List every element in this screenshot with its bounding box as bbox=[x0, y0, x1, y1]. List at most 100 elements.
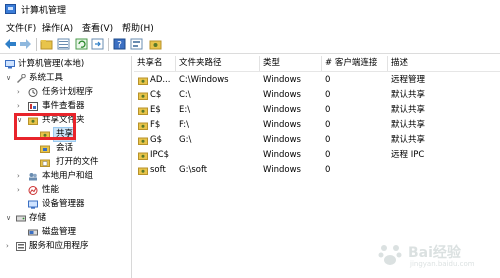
cell-folder-path: G:\ bbox=[179, 135, 192, 145]
table-row[interactable]: C$ C:\ Windows 0 默认共享 bbox=[134, 88, 500, 103]
menu-action[interactable]: 操作(A) bbox=[42, 21, 73, 34]
tree-item-device-manager[interactable]: 设备管理器 bbox=[0, 198, 132, 211]
open-files-icon bbox=[40, 159, 50, 167]
title-bar: 计算机管理 bbox=[0, 0, 500, 18]
watermark: Bai经验 jingyan.baidu.com bbox=[372, 236, 492, 272]
chevron-down-icon[interactable]: ∨ bbox=[6, 72, 14, 85]
chevron-right-icon[interactable]: › bbox=[6, 240, 14, 253]
tree-item-label: 存储 bbox=[29, 213, 47, 223]
cell-type: Windows bbox=[263, 105, 301, 115]
cell-client-connections: 0 bbox=[325, 90, 331, 100]
computer-icon bbox=[5, 60, 15, 69]
svg-text:?: ? bbox=[117, 41, 122, 51]
event-viewer-icon bbox=[28, 102, 38, 111]
table-row[interactable]: AD... C:\Windows Windows 0 远程管理 bbox=[134, 73, 500, 88]
chevron-right-icon[interactable]: › bbox=[17, 170, 25, 183]
menu-help[interactable]: 帮助(H) bbox=[122, 21, 154, 34]
cell-client-connections: 0 bbox=[325, 120, 331, 130]
disk-icon bbox=[28, 229, 38, 236]
cell-folder-path: F:\ bbox=[179, 120, 189, 130]
cell-share-name: C$ bbox=[150, 90, 162, 100]
cell-description: 默认共享 bbox=[391, 120, 426, 130]
performance-icon bbox=[28, 186, 38, 195]
navigation-tree: 计算机管理(本地) ∨ 系统工具 › 任务计划程序 › 事件查看器 ∨ 共享文件… bbox=[0, 56, 132, 278]
tree-item-event-viewer[interactable]: › 事件查看器 bbox=[0, 100, 132, 113]
view-list-icon[interactable] bbox=[57, 38, 70, 50]
users-icon bbox=[29, 173, 37, 181]
table-row[interactable]: soft G:\soft Windows 0 bbox=[134, 163, 500, 178]
column-header-client-connections[interactable]: # 客户端连接 bbox=[322, 56, 388, 71]
paw-logo-icon bbox=[378, 245, 402, 265]
cell-client-connections: 0 bbox=[325, 150, 331, 160]
annotation-highlight-box bbox=[14, 113, 76, 140]
device-manager-icon bbox=[28, 200, 38, 209]
menu-view[interactable]: 查看(V) bbox=[82, 21, 113, 34]
tree-item-performance[interactable]: › 性能 bbox=[0, 184, 132, 197]
watermark-url: jingyan.baidu.com bbox=[410, 260, 475, 268]
column-header-type[interactable]: 类型 bbox=[260, 56, 322, 71]
cell-type: Windows bbox=[263, 150, 301, 160]
tree-item-label: 任务计划程序 bbox=[42, 87, 94, 97]
cell-type: Windows bbox=[263, 120, 301, 130]
tree-item-local-users-groups[interactable]: › 本地用户和组 bbox=[0, 170, 132, 183]
share-icon bbox=[138, 107, 148, 115]
cell-share-name: E$ bbox=[150, 105, 161, 115]
cell-description: 默认共享 bbox=[391, 135, 426, 145]
tree-item-task-scheduler[interactable]: › 任务计划程序 bbox=[0, 86, 132, 99]
tree-item-disk-management[interactable]: 磁盘管理 bbox=[0, 226, 132, 239]
chevron-down-icon[interactable]: ∨ bbox=[6, 212, 14, 225]
new-share-icon[interactable] bbox=[149, 38, 162, 50]
table-row[interactable]: E$ E:\ Windows 0 默认共享 bbox=[134, 103, 500, 118]
tree-item-sessions[interactable]: 会话 bbox=[0, 142, 132, 155]
tree-item-label: 会话 bbox=[56, 143, 74, 153]
share-icon bbox=[138, 167, 148, 175]
column-header-description[interactable]: 描述 bbox=[388, 56, 500, 71]
column-header-share-name[interactable]: 共享名 bbox=[134, 56, 176, 71]
forward-arrow-icon[interactable] bbox=[19, 38, 32, 50]
cell-type: Windows bbox=[263, 135, 301, 145]
computer-management-icon bbox=[5, 4, 16, 14]
tree-item-label: 磁盘管理 bbox=[42, 227, 77, 237]
tree-item-label: 本地用户和组 bbox=[42, 171, 94, 181]
cell-description: 默认共享 bbox=[391, 105, 426, 115]
toolbar-separator bbox=[108, 38, 109, 51]
window-title: 计算机管理 bbox=[21, 6, 67, 16]
chevron-right-icon[interactable]: › bbox=[17, 100, 25, 113]
cell-share-name: F$ bbox=[150, 120, 161, 130]
tree-item-services-applications[interactable]: › 服务和应用程序 bbox=[0, 240, 132, 253]
toolbar-separator bbox=[36, 38, 37, 51]
chevron-right-icon[interactable]: › bbox=[17, 184, 25, 197]
cell-type: Windows bbox=[263, 165, 301, 175]
share-icon bbox=[138, 122, 148, 130]
export-icon[interactable] bbox=[91, 38, 104, 50]
column-header-folder-path[interactable]: 文件夹路径 bbox=[176, 56, 260, 71]
chevron-right-icon[interactable]: › bbox=[17, 86, 25, 99]
session-icon bbox=[40, 145, 50, 153]
tree-item-open-files[interactable]: 打开的文件 bbox=[0, 156, 132, 169]
table-row[interactable]: G$ G:\ Windows 0 默认共享 bbox=[134, 133, 500, 148]
help-icon[interactable]: ? bbox=[113, 38, 126, 50]
cell-client-connections: 0 bbox=[325, 75, 331, 85]
share-icon bbox=[138, 92, 148, 100]
share-icon bbox=[138, 77, 148, 85]
tree-item-storage[interactable]: ∨ 存储 bbox=[0, 212, 132, 225]
table-row[interactable]: IPC$ Windows 0 远程 IPC bbox=[134, 148, 500, 163]
refresh-icon[interactable] bbox=[75, 38, 88, 50]
table-row[interactable]: F$ F:\ Windows 0 默认共享 bbox=[134, 118, 500, 133]
back-arrow-icon[interactable] bbox=[4, 38, 17, 50]
storage-icon bbox=[16, 215, 26, 222]
tree-item-system-tools[interactable]: ∨ 系统工具 bbox=[0, 72, 132, 85]
menu-file[interactable]: 文件(F) bbox=[6, 21, 36, 34]
clock-icon bbox=[28, 88, 38, 97]
tree-item-computer-management[interactable]: 计算机管理(本地) bbox=[0, 58, 132, 71]
folder-icon[interactable] bbox=[40, 38, 53, 50]
cell-folder-path: C:\ bbox=[179, 90, 191, 100]
share-icon bbox=[138, 137, 148, 145]
properties-icon[interactable] bbox=[130, 38, 143, 50]
watermark-text: Bai经验 bbox=[408, 245, 461, 261]
cell-client-connections: 0 bbox=[325, 165, 331, 175]
cell-description: 默认共享 bbox=[391, 90, 426, 100]
cell-share-name: IPC$ bbox=[150, 150, 169, 160]
share-icon bbox=[138, 152, 148, 160]
cell-share-name: soft bbox=[150, 165, 166, 175]
